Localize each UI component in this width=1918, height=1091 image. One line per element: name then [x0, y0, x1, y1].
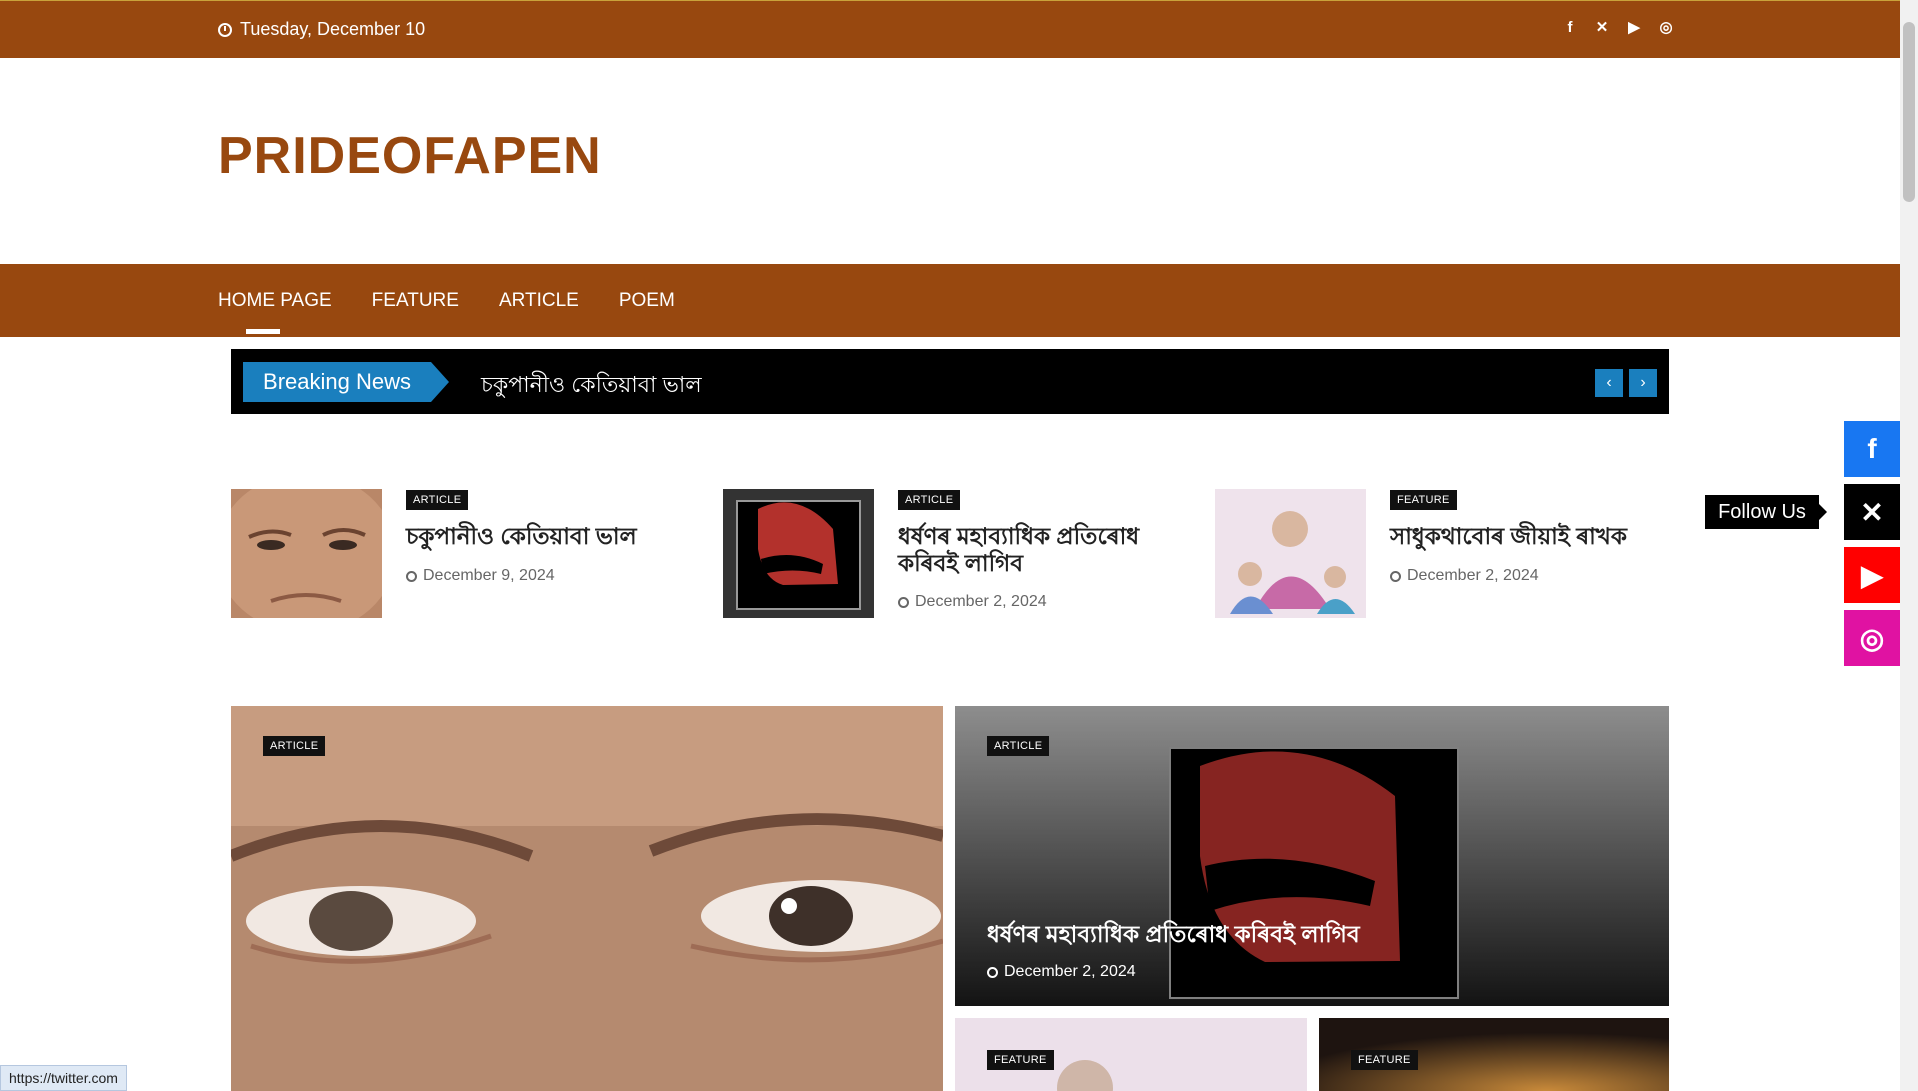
post-date-text: December 2, 2024	[1004, 963, 1136, 980]
clock-icon	[898, 596, 909, 608]
ticker-headline[interactable]: চকুপানীও কেতিয়াবা ভাল	[481, 368, 702, 405]
main-nav: HOME PAGE FEATURE ARTICLE POEM	[0, 264, 1900, 337]
breaking-news-label: Breaking News	[243, 362, 449, 402]
category-badge[interactable]: ARTICLE	[406, 490, 469, 510]
category-badge[interactable]: ARTICLE	[898, 490, 961, 510]
instagram-icon[interactable]: ◎	[1844, 610, 1900, 666]
site-logo[interactable]: PRIDEOFAPEN	[218, 126, 602, 186]
post-title[interactable]: ধৰ্ষণৰ মহাব্যাধিক প্ৰতিৰোধ কৰিবই লাগিব	[898, 523, 1198, 577]
follow-us-label: Follow Us	[1705, 495, 1827, 529]
chevron-left-icon[interactable]: ‹	[1595, 369, 1623, 397]
post-card: ARTICLE ধৰ্ষণৰ মহাব্যাধিক প্ৰতিৰোধ কৰিবই…	[723, 489, 1193, 619]
youtube-icon[interactable]: ▶	[1844, 547, 1900, 603]
post-thumbnail[interactable]	[723, 489, 874, 618]
category-badge[interactable]: FEATURE	[1351, 1050, 1418, 1070]
post-date: December 2, 2024	[987, 963, 1136, 981]
x-icon[interactable]: ✕	[1844, 484, 1900, 540]
featured-bottom-left-post[interactable]: FEATURE	[955, 1018, 1307, 1091]
date-text: Tuesday, December 10	[240, 19, 426, 39]
category-badge[interactable]: ARTICLE	[987, 736, 1050, 756]
top-bar: Tuesday, December 10 f ✕ ▶ ◎	[0, 0, 1900, 58]
scrollbar-thumb[interactable]	[1903, 22, 1915, 202]
category-badge[interactable]: ARTICLE	[263, 736, 326, 756]
post-thumbnail[interactable]	[216, 473, 396, 633]
post-card: ARTICLE চকুপানীও কেতিয়াবা ভাল December …	[216, 473, 701, 633]
clock-icon	[1390, 570, 1401, 582]
nav-feature[interactable]: FEATURE	[372, 290, 459, 312]
featured-main-post[interactable]: ARTICLE	[231, 706, 943, 1091]
post-title[interactable]: সাধুকথাবোৰ জীয়াই ৰাখক	[1390, 523, 1690, 550]
chevron-right-icon[interactable]: ›	[1629, 369, 1657, 397]
current-date: Tuesday, December 10	[218, 19, 425, 40]
link-status-bar: https://twitter.com	[0, 1065, 127, 1091]
page-scrollbar[interactable]	[1900, 0, 1918, 1091]
clock-icon	[218, 22, 232, 37]
facebook-icon[interactable]: f	[1844, 421, 1900, 477]
clock-icon	[406, 570, 417, 582]
follow-widget: f ✕ ▶ ◎	[1844, 421, 1900, 673]
youtube-icon[interactable]: ▶	[1626, 19, 1642, 36]
facebook-icon[interactable]: f	[1562, 19, 1578, 36]
featured-right-post[interactable]: ARTICLE ধৰ্ষণৰ মহাব্যাধিক প্ৰতিৰোধ কৰিবই…	[955, 706, 1669, 1006]
ticker-controls: ‹ ›	[1595, 369, 1657, 397]
top-social-links: f ✕ ▶ ◎	[1562, 19, 1674, 37]
x-icon[interactable]: ✕	[1594, 19, 1610, 36]
post-date-text: December 9, 2024	[423, 567, 555, 584]
post-date-text: December 2, 2024	[1407, 567, 1539, 584]
post-title[interactable]: ধৰ্ষণৰ মহাব্যাধিক প্ৰতিৰোধ কৰিবই লাগিব	[987, 916, 1360, 955]
clock-icon	[987, 966, 998, 978]
post-card: FEATURE সাধুকথাবোৰ জীয়াই ৰাখক December …	[1215, 489, 1685, 619]
instagram-icon[interactable]: ◎	[1658, 19, 1674, 36]
category-badge[interactable]: FEATURE	[1390, 490, 1457, 510]
post-date-text: December 2, 2024	[915, 593, 1047, 610]
post-title[interactable]: চকুপানীও কেতিয়াবা ভাল	[406, 523, 706, 550]
nav-article[interactable]: ARTICLE	[499, 290, 579, 312]
nav-poem[interactable]: POEM	[619, 290, 675, 312]
breaking-news-ticker: Breaking News চকুপানীও কেতিয়াবা ভাল ‹ ›	[231, 349, 1669, 414]
post-date: December 9, 2024	[406, 567, 555, 585]
nav-home-page[interactable]: HOME PAGE	[218, 290, 332, 334]
post-date: December 2, 2024	[1390, 567, 1539, 585]
category-badge[interactable]: FEATURE	[987, 1050, 1054, 1070]
featured-bottom-right-post[interactable]: FEATURE	[1319, 1018, 1669, 1091]
post-date: December 2, 2024	[898, 593, 1047, 611]
post-thumbnail[interactable]	[1215, 489, 1366, 618]
